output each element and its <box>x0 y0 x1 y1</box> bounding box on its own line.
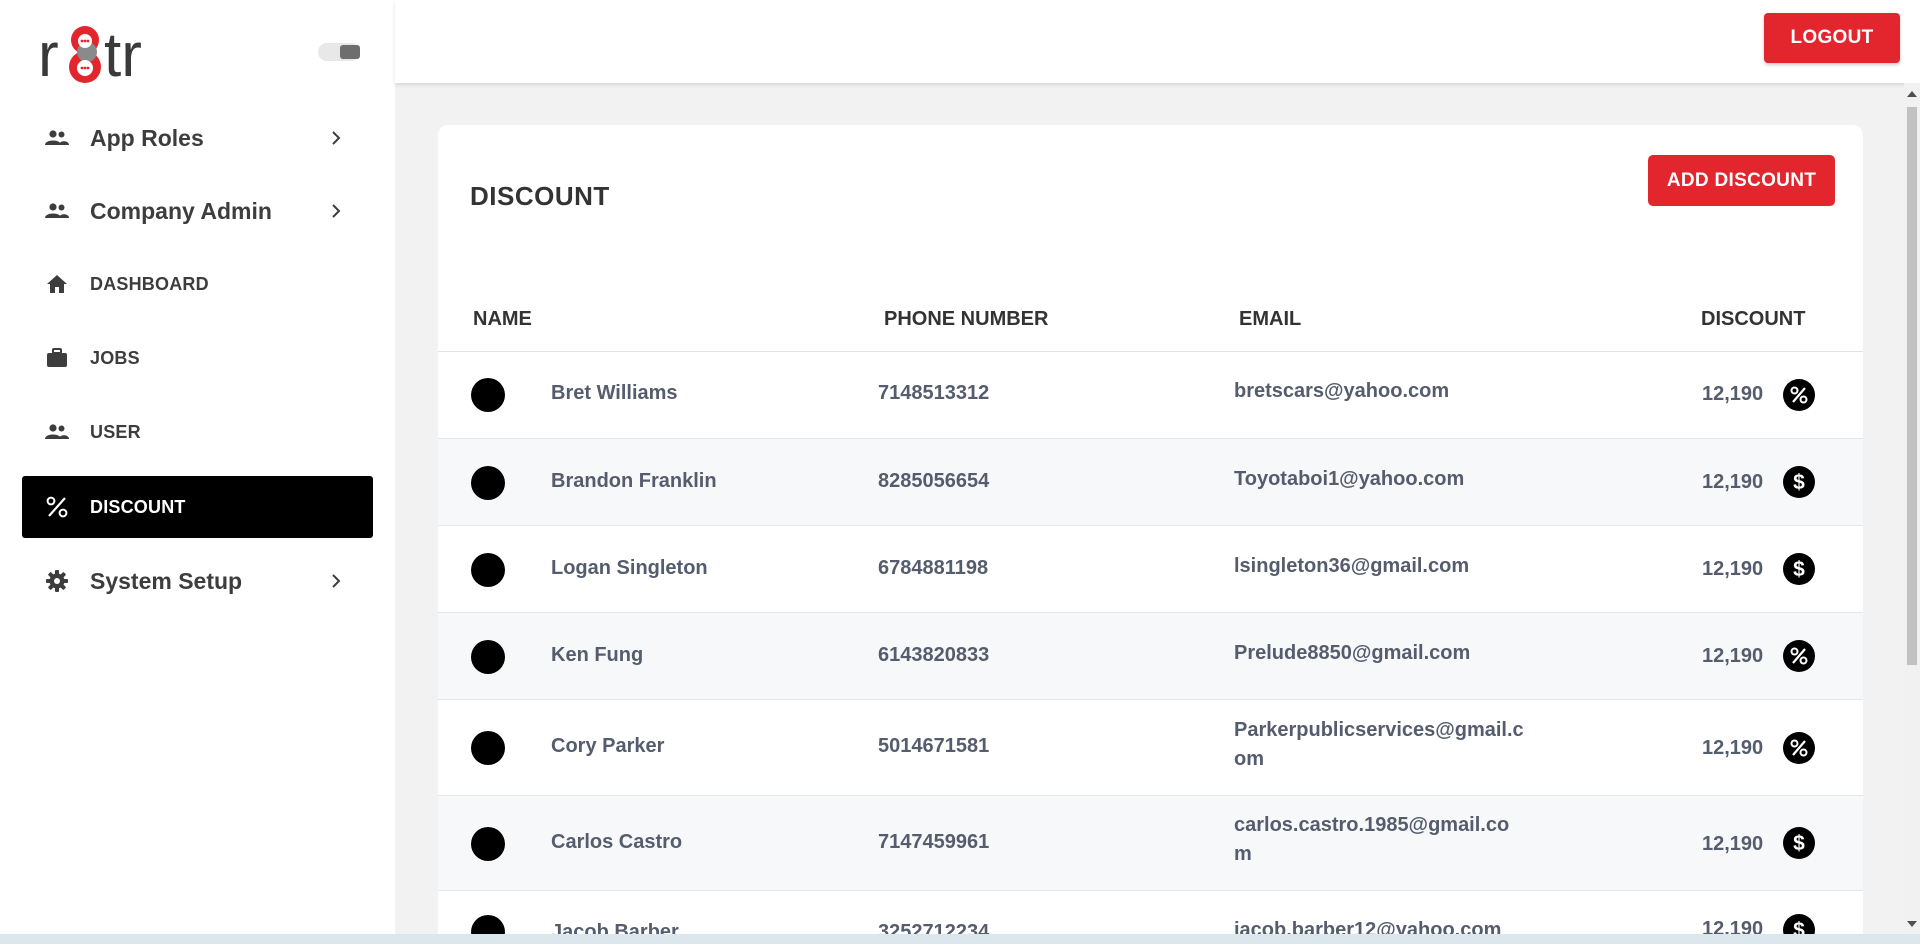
avatar <box>471 827 505 861</box>
row-name: Carlos Castro <box>551 831 683 853</box>
row-discount: 12,190 <box>1702 558 1764 580</box>
chevron-right-icon <box>325 570 347 592</box>
column-header-email[interactable]: EMAIL <box>1239 308 1301 331</box>
row-name: Ken Fung <box>551 644 644 666</box>
discount-card: DISCOUNT ADD DISCOUNT NAME PHONE NUMBER … <box>438 125 1863 944</box>
row-discount: 12,190 <box>1702 737 1764 759</box>
row-phone: 8285056654 <box>878 470 990 492</box>
row-discount: 12,190 <box>1702 471 1764 493</box>
sidebar-item-label: DISCOUNT <box>90 496 186 517</box>
top-bar: LOGOUT <box>395 0 1920 83</box>
chevron-right-icon <box>325 127 347 149</box>
sidebar-item-system-setup[interactable]: System Setup <box>22 550 373 612</box>
sidebar-item-label: System Setup <box>90 567 243 594</box>
row-name: Brandon Franklin <box>551 470 717 492</box>
svg-text:tr: tr <box>104 21 142 90</box>
table-row[interactable]: Brandon Franklin 8285056654 Toyotaboi1@y… <box>438 439 1863 526</box>
dollar-icon[interactable]: $ <box>1783 827 1815 859</box>
column-header-phone[interactable]: PHONE NUMBER <box>884 308 1048 331</box>
row-email: Prelude8850@gmail.com <box>1234 642 1471 664</box>
avatar <box>471 640 505 674</box>
row-email: Parkerpublicservices@gmail.com <box>1234 719 1524 770</box>
row-name: Logan Singleton <box>551 557 708 579</box>
sidebar-item-company-admin[interactable]: Company Admin <box>22 180 373 242</box>
avatar <box>471 378 505 412</box>
table-row[interactable]: Cory Parker 5014671581 Parkerpublicservi… <box>438 700 1863 796</box>
percent-icon <box>44 494 70 520</box>
add-discount-button[interactable]: ADD DISCOUNT <box>1648 155 1835 206</box>
table-row[interactable]: Logan Singleton 6784881198 lsingleton36@… <box>438 526 1863 613</box>
row-name: Cory Parker <box>551 735 665 757</box>
row-phone: 7147459961 <box>878 831 990 853</box>
percent-icon[interactable] <box>1783 379 1815 411</box>
sidebar-item-user[interactable]: USER <box>22 401 373 463</box>
row-phone: 7148513312 <box>878 382 990 404</box>
table-row[interactable]: Ken Fung 6143820833 Prelude8850@gmail.co… <box>438 613 1863 700</box>
scrollbar-thumb[interactable] <box>1907 107 1917 665</box>
svg-text:r: r <box>38 21 59 90</box>
sidebar: r tr App Roles Company Admin DASHBOARD J… <box>0 0 395 944</box>
sidebar-item-label: Company Admin <box>90 197 272 224</box>
people-icon <box>44 419 70 445</box>
row-email: carlos.castro.1985@gmail.com <box>1234 814 1510 865</box>
sidebar-item-discount[interactable]: DISCOUNT <box>22 476 373 538</box>
briefcase-icon <box>44 345 70 371</box>
dollar-icon[interactable]: $ <box>1783 466 1815 498</box>
sidebar-item-label: DASHBOARD <box>90 273 209 294</box>
svg-text:$: $ <box>1793 832 1805 855</box>
avatar <box>471 466 505 500</box>
gear-icon <box>44 568 70 594</box>
percent-icon[interactable] <box>1783 640 1815 672</box>
sidebar-item-jobs[interactable]: JOBS <box>22 327 373 389</box>
row-discount: 12,190 <box>1702 833 1764 855</box>
scroll-up-arrow-icon[interactable] <box>1907 91 1917 97</box>
row-email: lsingleton36@gmail.com <box>1234 555 1470 577</box>
avatar <box>471 731 505 765</box>
table-header: NAME PHONE NUMBER EMAIL DISCOUNT <box>438 280 1863 352</box>
row-phone: 6784881198 <box>878 557 989 579</box>
dollar-icon[interactable]: $ <box>1783 553 1815 585</box>
people-icon <box>44 125 70 151</box>
sidebar-item-label: USER <box>90 421 141 442</box>
chevron-right-icon <box>325 200 347 222</box>
scroll-down-arrow-icon[interactable] <box>1907 921 1917 927</box>
toggle-knob <box>340 45 360 59</box>
theme-toggle[interactable] <box>318 43 360 61</box>
r8tr-logo[interactable]: r tr <box>38 14 168 90</box>
home-icon <box>44 271 70 297</box>
table-row[interactable]: Bret Williams 7148513312 bretscars@yahoo… <box>438 352 1863 439</box>
people-icon <box>44 198 70 224</box>
bottom-strip <box>0 934 1920 944</box>
page-scrollbar[interactable] <box>1904 83 1920 932</box>
sidebar-item-label: App Roles <box>90 124 204 151</box>
row-email: bretscars@yahoo.com <box>1234 380 1450 402</box>
svg-text:$: $ <box>1793 471 1805 494</box>
row-name: Bret Williams <box>551 382 678 404</box>
percent-icon[interactable] <box>1783 732 1815 764</box>
row-email: Toyotaboi1@yahoo.com <box>1234 468 1465 490</box>
logout-button[interactable]: LOGOUT <box>1764 13 1900 63</box>
svg-text:$: $ <box>1793 558 1805 581</box>
table-row[interactable]: Carlos Castro 7147459961 carlos.castro.1… <box>438 796 1863 891</box>
row-discount: 12,190 <box>1702 645 1764 667</box>
column-header-name[interactable]: NAME <box>473 308 532 331</box>
row-discount: 12,190 <box>1702 383 1764 405</box>
page-title: DISCOUNT <box>470 181 610 211</box>
sidebar-item-label: JOBS <box>90 347 140 368</box>
avatar <box>471 553 505 587</box>
sidebar-item-dashboard[interactable]: DASHBOARD <box>22 253 373 315</box>
column-header-discount[interactable]: DISCOUNT <box>1701 308 1805 331</box>
sidebar-item-app-roles[interactable]: App Roles <box>22 107 373 169</box>
row-phone: 5014671581 <box>878 735 990 757</box>
row-phone: 6143820833 <box>878 644 990 666</box>
